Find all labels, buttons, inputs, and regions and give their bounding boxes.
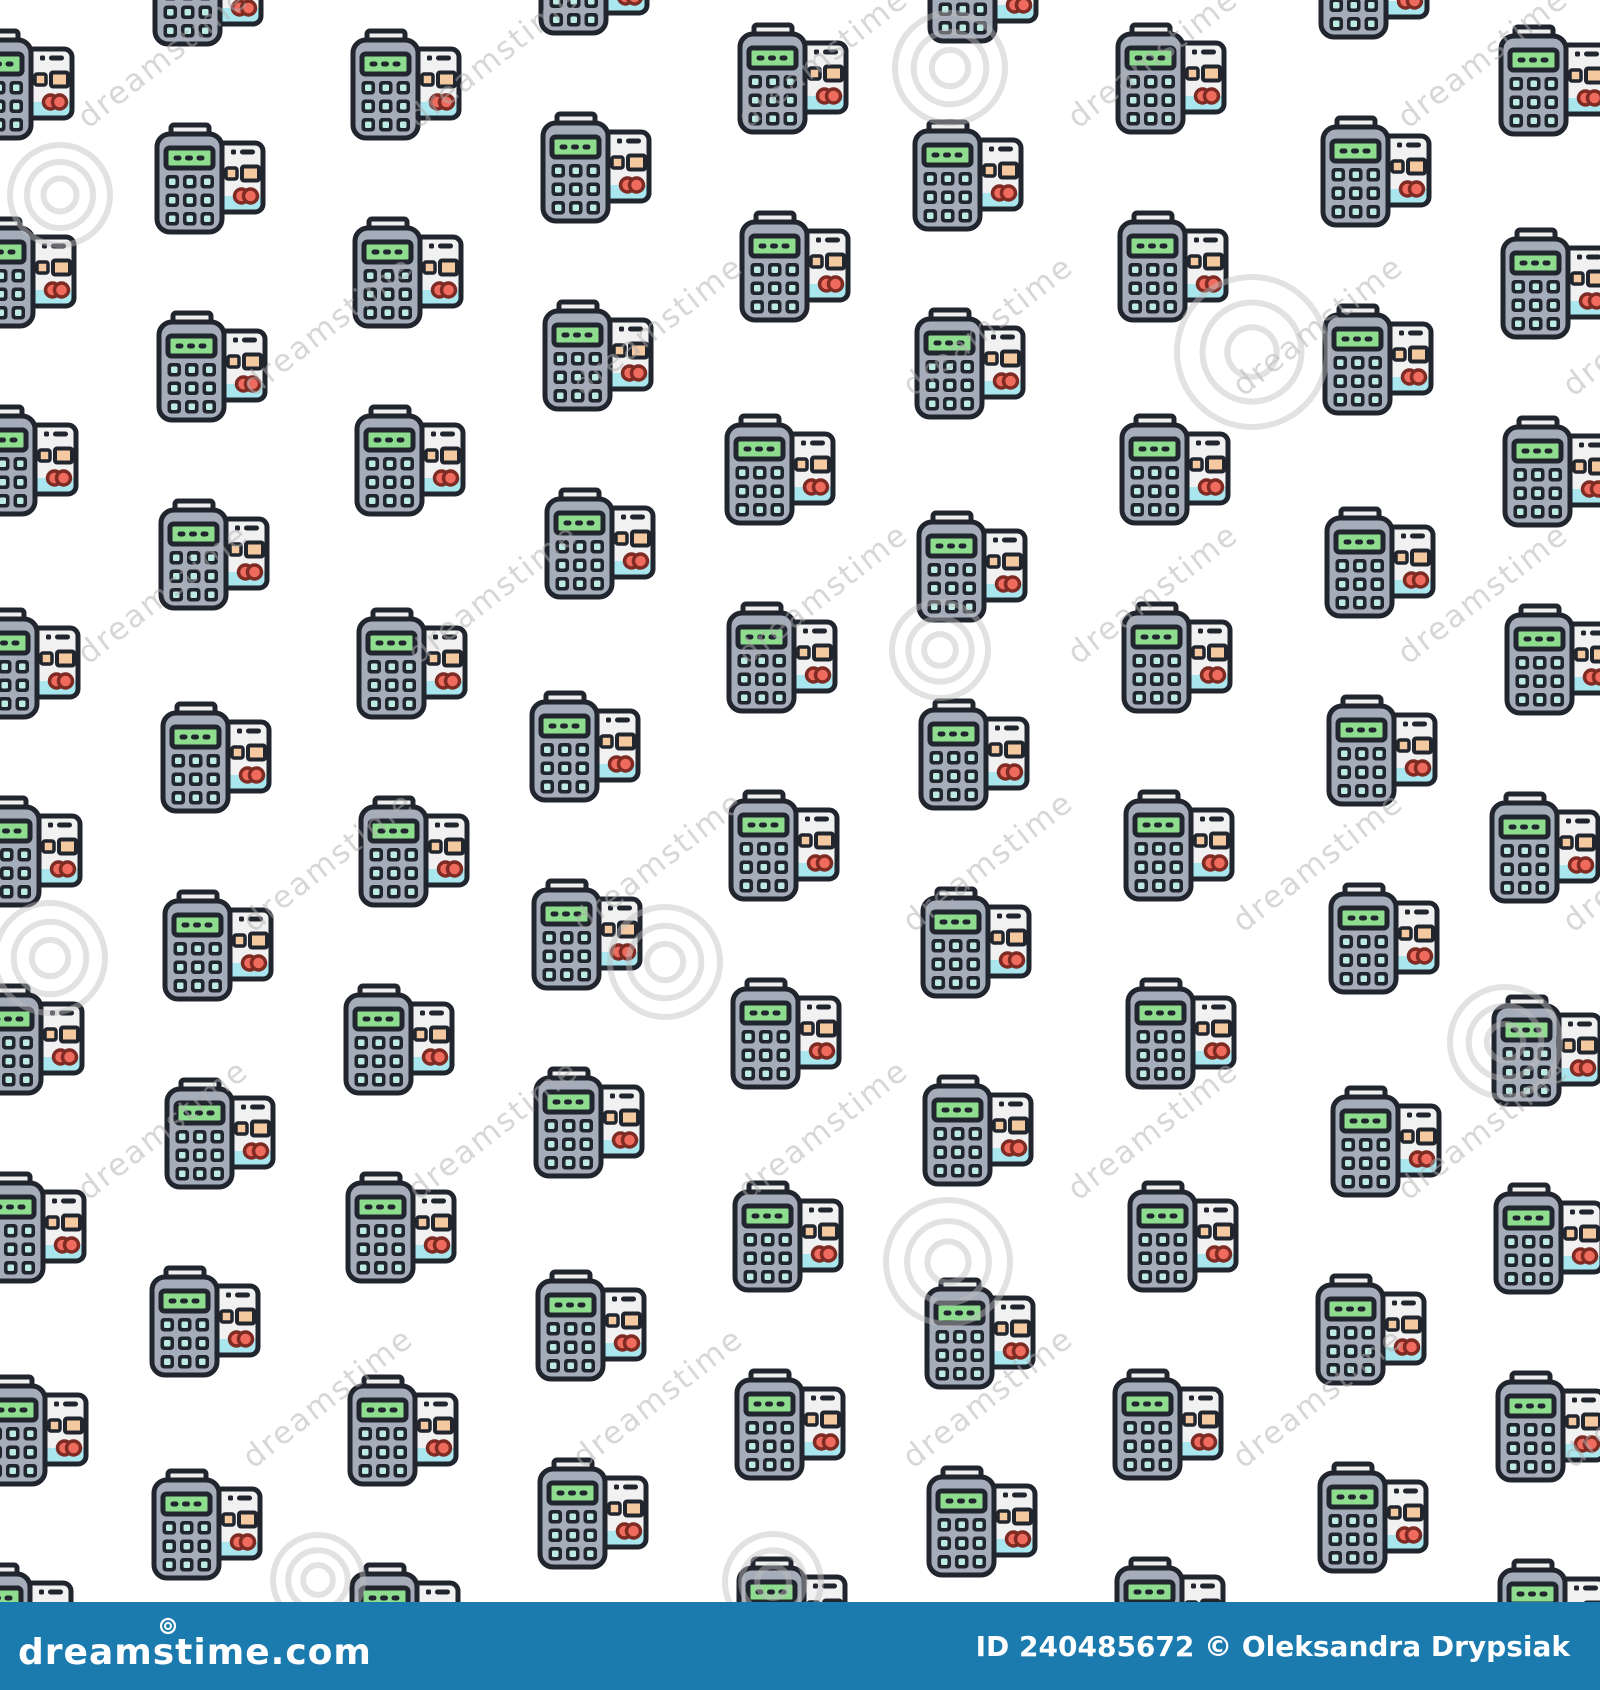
pos-terminal-card-icon bbox=[0, 607, 81, 720]
pos-terminal-card-icon bbox=[1315, 1273, 1427, 1386]
pos-terminal-card-icon bbox=[916, 510, 1028, 623]
pos-terminal-card-icon bbox=[164, 1077, 276, 1190]
site-name-text: dreamstime.com bbox=[18, 1632, 372, 1673]
pos-terminal-card-icon bbox=[926, 1465, 1038, 1578]
pos-terminal-card-icon bbox=[1489, 791, 1600, 904]
pos-terminal-card-icon bbox=[1127, 1180, 1239, 1293]
pos-terminal-card-icon bbox=[1328, 882, 1440, 995]
pos-terminal-card-icon bbox=[1502, 415, 1600, 528]
pos-terminal-card-icon bbox=[1495, 1370, 1600, 1483]
pos-terminal-card-icon bbox=[1119, 413, 1231, 526]
pos-terminal-card-icon bbox=[728, 789, 840, 902]
pos-terminal-card-icon bbox=[354, 404, 466, 517]
pos-terminal-card-icon bbox=[343, 983, 455, 1096]
pos-terminal-card-icon bbox=[1318, 0, 1430, 40]
pos-terminal-card-icon bbox=[1330, 1085, 1442, 1198]
pos-terminal-card-icon bbox=[912, 119, 1024, 232]
pos-terminal-card-icon bbox=[1498, 24, 1600, 137]
watermark-bottom-bar: dreamstime.com ID 240485672 © Oleksandra… bbox=[0, 1602, 1600, 1690]
pos-terminal-card-icon bbox=[1491, 994, 1600, 1107]
pos-terminal-card-icon bbox=[154, 122, 266, 235]
pos-terminal-card-icon bbox=[358, 795, 470, 908]
pos-terminal-card-icon bbox=[1125, 977, 1237, 1090]
pos-terminal-card-icon bbox=[540, 111, 652, 224]
pos-terminal-card-icon bbox=[1324, 506, 1436, 619]
pos-terminal-card-icon bbox=[732, 1180, 844, 1293]
pos-terminal-card-icon bbox=[730, 977, 842, 1090]
pos-terminal-card-icon bbox=[538, 0, 650, 36]
pos-terminal-card-icon bbox=[0, 795, 83, 908]
pos-terminal-card-icon bbox=[0, 28, 75, 141]
pos-terminal-card-icon bbox=[347, 1374, 459, 1487]
pos-terminal-card-icon bbox=[739, 210, 851, 323]
icon-pattern-layer bbox=[0, 0, 1600, 1690]
pos-terminal-card-icon bbox=[734, 1368, 846, 1481]
pos-terminal-card-icon bbox=[927, 0, 1039, 44]
pos-terminal-card-icon bbox=[724, 413, 836, 526]
pos-terminal-card-icon bbox=[535, 1269, 647, 1382]
pos-terminal-card-icon bbox=[1500, 227, 1600, 340]
pos-terminal-card-icon bbox=[1317, 1461, 1429, 1574]
pos-terminal-card-icon bbox=[1112, 1368, 1224, 1481]
pos-terminal-card-icon bbox=[0, 1374, 89, 1487]
pos-terminal-card-icon bbox=[0, 983, 85, 1096]
pos-terminal-card-icon bbox=[0, 216, 77, 329]
pos-terminal-card-icon bbox=[162, 889, 274, 1002]
pos-terminal-card-icon bbox=[529, 690, 641, 803]
pos-terminal-card-icon bbox=[356, 607, 468, 720]
pos-terminal-card-icon bbox=[352, 216, 464, 329]
pos-terminal-card-icon bbox=[160, 701, 272, 814]
pos-terminal-card-icon bbox=[1123, 789, 1235, 902]
pos-terminal-card-icon bbox=[726, 601, 838, 714]
pos-terminal-card-icon bbox=[0, 1171, 87, 1284]
pos-terminal-card-icon bbox=[542, 299, 654, 412]
pos-terminal-card-icon bbox=[156, 310, 268, 423]
pos-terminal-card-icon bbox=[1322, 303, 1434, 416]
pos-terminal-card-icon bbox=[149, 1265, 261, 1378]
pos-terminal-card-icon bbox=[533, 1066, 645, 1179]
stock-image-canvas: dreamstime dreamstime dreamstime dreamstime… bbox=[0, 0, 1600, 1690]
pos-terminal-card-icon bbox=[922, 1074, 1034, 1187]
pos-terminal-card-icon bbox=[544, 487, 656, 600]
pos-terminal-card-icon bbox=[345, 1171, 457, 1284]
pos-terminal-card-icon bbox=[1504, 603, 1600, 716]
pos-terminal-card-icon bbox=[914, 307, 1026, 420]
image-credit-text: ID 240485672 © Oleksandra Drypsiak bbox=[975, 1630, 1570, 1663]
pos-terminal-card-icon bbox=[737, 22, 849, 135]
pos-terminal-card-icon bbox=[1320, 115, 1432, 228]
pos-terminal-card-icon bbox=[0, 404, 79, 517]
pos-terminal-card-icon bbox=[924, 1277, 1036, 1390]
pos-terminal-card-icon bbox=[151, 1468, 263, 1581]
pos-terminal-card-icon bbox=[152, 0, 264, 47]
pos-terminal-card-icon bbox=[158, 498, 270, 611]
pos-terminal-card-icon bbox=[350, 28, 462, 141]
pos-terminal-card-icon bbox=[537, 1457, 649, 1570]
dreamstime-spiral-icon bbox=[159, 1617, 177, 1635]
pos-terminal-card-icon bbox=[918, 698, 1030, 811]
pos-terminal-card-icon bbox=[920, 886, 1032, 999]
pos-terminal-card-icon bbox=[1117, 210, 1229, 323]
pos-terminal-card-icon bbox=[1121, 601, 1233, 714]
pos-terminal-card-icon bbox=[1326, 694, 1438, 807]
pos-terminal-card-icon bbox=[531, 878, 643, 991]
pos-terminal-card-icon bbox=[1493, 1182, 1600, 1295]
pos-terminal-card-icon bbox=[1115, 22, 1227, 135]
